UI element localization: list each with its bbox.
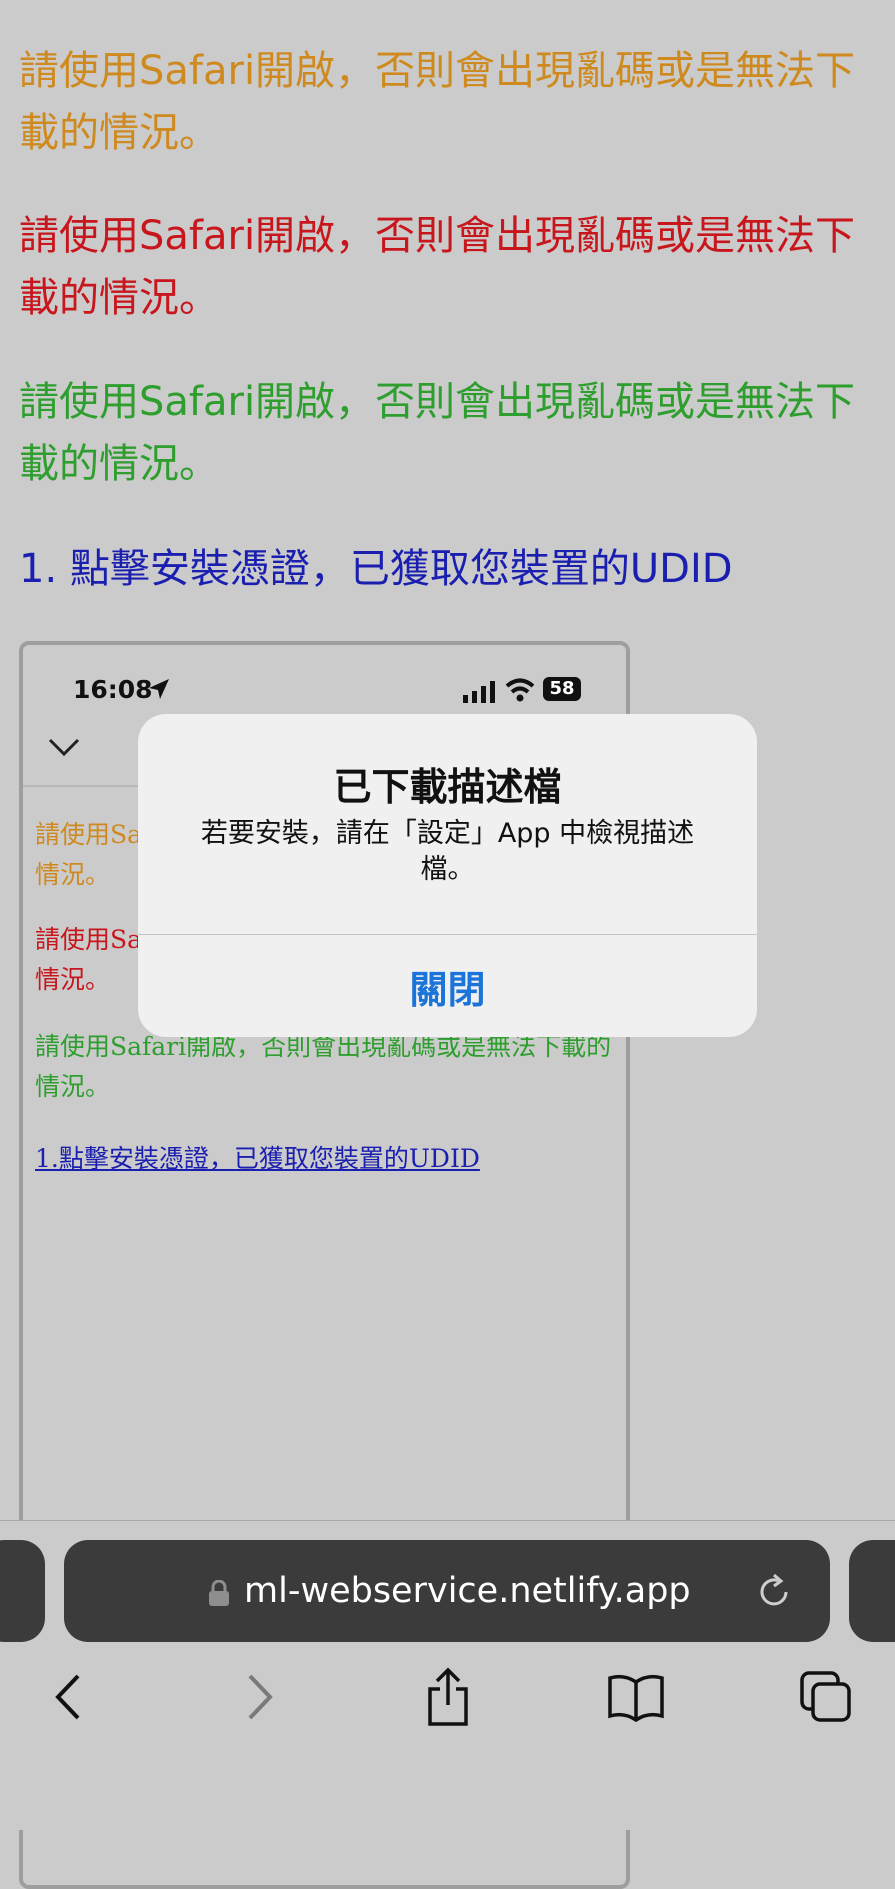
screenshot-install-link: 1.點擊安裝憑證，已獲取您裝置的UDID xyxy=(35,1144,480,1173)
lock-icon xyxy=(209,1580,229,1606)
safari-bottom-bar: ml-webservice.netlify.app xyxy=(0,1520,895,1830)
safari-notice-orange: 請使用Safari開啟，否則會出現亂碼或是無法下載的情況。 xyxy=(19,48,856,156)
screenshot-status-bar: 16:08 58 xyxy=(23,675,626,715)
profile-downloaded-alert: 已下載描述檔 若要安裝，請在「設定」App 中檢視描述檔。 關閉 xyxy=(138,714,757,1037)
previous-tab-preview[interactable] xyxy=(0,1540,45,1642)
cellular-signal-icon xyxy=(463,681,495,703)
back-chevron-icon xyxy=(55,1674,80,1720)
forward-button[interactable] xyxy=(230,1667,290,1727)
address-bar[interactable]: ml-webservice.netlify.app xyxy=(64,1540,830,1642)
alert-message: 若要安裝，請在「設定」App 中檢視描述檔。 xyxy=(200,818,695,885)
share-icon xyxy=(428,1667,468,1726)
alert-close-button[interactable]: 關閉 xyxy=(138,936,757,1037)
tabs-button[interactable] xyxy=(796,1667,856,1727)
battery-icon: 58 xyxy=(543,677,581,701)
screenshot-time: 16:08 xyxy=(73,675,153,704)
alert-divider xyxy=(138,934,757,935)
back-button[interactable] xyxy=(38,1667,98,1727)
safari-notice-green: 請使用Safari開啟，否則會出現亂碼或是無法下載的情況。 xyxy=(19,379,856,487)
safari-notice-red: 請使用Safari開啟，否則會出現亂碼或是無法下載的情況。 xyxy=(19,213,856,321)
url-text[interactable]: ml-webservice.netlify.app xyxy=(244,1540,691,1642)
install-certificate-link[interactable]: 1. 點擊安裝憑證，已獲取您裝置的UDID xyxy=(19,538,733,600)
screenshot-notice-green: 請使用Safari開啟，否則會出現亂碼或是無法下載的情況。 xyxy=(35,1032,612,1101)
book-icon xyxy=(608,1674,664,1722)
chevron-down-icon xyxy=(48,738,80,757)
forward-chevron-icon xyxy=(248,1674,273,1720)
next-tab-preview[interactable] xyxy=(849,1540,895,1642)
bookmarks-button[interactable] xyxy=(606,1667,666,1727)
reload-icon[interactable] xyxy=(754,1572,794,1612)
wifi-icon xyxy=(505,678,535,702)
location-arrow-icon xyxy=(149,679,169,699)
alert-title: 已下載描述檔 xyxy=(333,765,562,809)
tabs-icon xyxy=(800,1671,851,1722)
share-button[interactable] xyxy=(418,1667,478,1727)
